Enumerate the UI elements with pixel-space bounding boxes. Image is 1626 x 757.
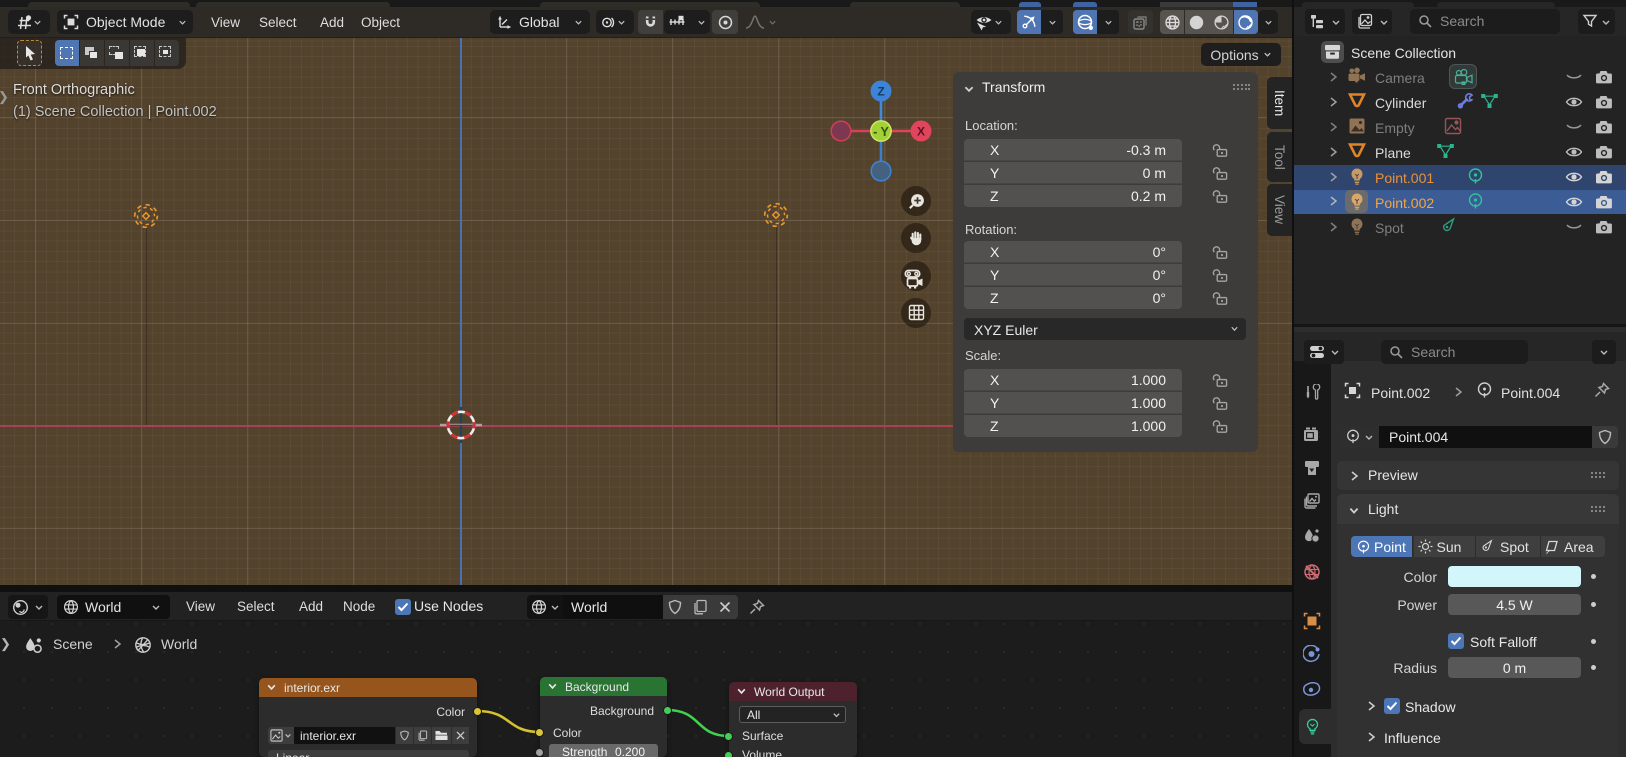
svg-text:- Y: - Y — [873, 125, 889, 139]
svg-text:Z: Z — [877, 85, 884, 99]
svg-text:X: X — [917, 125, 925, 139]
